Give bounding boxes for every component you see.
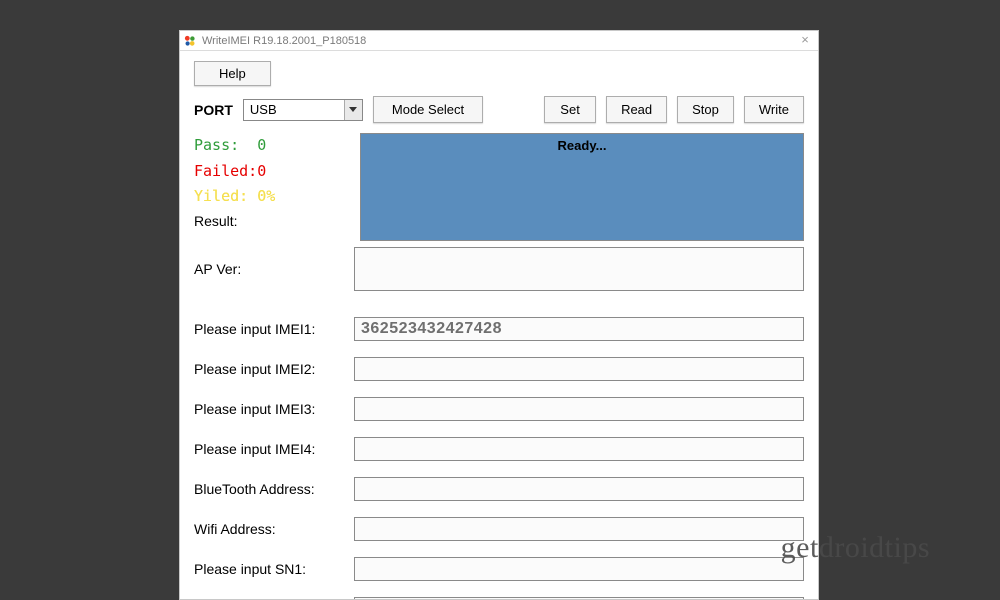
yield-label: Yiled:	[194, 187, 248, 205]
wifi-field[interactable]	[354, 517, 804, 541]
apver-field[interactable]	[354, 247, 804, 291]
app-icon	[184, 35, 196, 47]
set-button[interactable]: Set	[544, 96, 596, 123]
port-label: PORT	[194, 102, 233, 118]
row-sn1: Please input SN1:	[194, 557, 804, 581]
stop-button[interactable]: Stop	[677, 96, 734, 123]
port-dropdown-value: USB	[244, 100, 344, 120]
wifi-label: Wifi Address:	[194, 521, 354, 537]
close-icon[interactable]: ×	[798, 33, 812, 47]
imei1-value: 362523432427428	[361, 320, 502, 338]
pass-value: 0	[257, 136, 266, 154]
window-title: WriteIMEI R19.18.2001_P180518	[202, 35, 366, 47]
bt-field[interactable]	[354, 477, 804, 501]
pass-label: Pass:	[194, 136, 239, 154]
row-wifi: Wifi Address:	[194, 517, 804, 541]
titlebar: WriteIMEI R19.18.2001_P180518 ×	[180, 31, 818, 51]
row-apver: AP Ver:	[194, 247, 804, 291]
imei1-label: Please input IMEI1:	[194, 321, 354, 337]
client-area: Help PORT USB Mode Select Set Read Stop …	[180, 51, 818, 599]
form-table: AP Ver: Please input IMEI1: 362523432427…	[194, 247, 804, 599]
imei4-label: Please input IMEI4:	[194, 441, 354, 457]
yield-value: 0%	[257, 187, 275, 205]
row-imei2: Please input IMEI2:	[194, 357, 804, 381]
row-sn2: Please input SN2:	[194, 597, 804, 599]
row-bt: BlueTooth Address:	[194, 477, 804, 501]
failed-value: 0	[257, 162, 266, 180]
sn1-field[interactable]	[354, 557, 804, 581]
app-window: WriteIMEI R19.18.2001_P180518 × Help POR…	[179, 30, 819, 600]
imei2-field[interactable]	[354, 357, 804, 381]
imei3-label: Please input IMEI3:	[194, 401, 354, 417]
stats-panel: Pass: 0 Failed:0 Yiled: 0% Result:	[194, 133, 350, 241]
write-button[interactable]: Write	[744, 96, 804, 123]
row-imei1: Please input IMEI1: 362523432427428	[194, 317, 804, 341]
sn2-field[interactable]	[354, 597, 804, 599]
failed-label: Failed:	[194, 162, 257, 180]
imei3-field[interactable]	[354, 397, 804, 421]
bt-label: BlueTooth Address:	[194, 481, 354, 497]
chevron-down-icon[interactable]	[344, 100, 362, 120]
read-button[interactable]: Read	[606, 96, 667, 123]
apver-label: AP Ver:	[194, 261, 354, 277]
mode-select-button[interactable]: Mode Select	[373, 96, 483, 123]
help-button[interactable]: Help	[194, 61, 271, 86]
result-label: Result:	[194, 210, 350, 234]
imei2-label: Please input IMEI2:	[194, 361, 354, 377]
row-imei3: Please input IMEI3:	[194, 397, 804, 421]
imei1-field[interactable]: 362523432427428	[354, 317, 804, 341]
port-dropdown[interactable]: USB	[243, 99, 363, 121]
sn1-label: Please input SN1:	[194, 561, 354, 577]
row-imei4: Please input IMEI4:	[194, 437, 804, 461]
status-box: Ready...	[360, 133, 804, 241]
imei4-field[interactable]	[354, 437, 804, 461]
status-text: Ready...	[558, 138, 607, 240]
